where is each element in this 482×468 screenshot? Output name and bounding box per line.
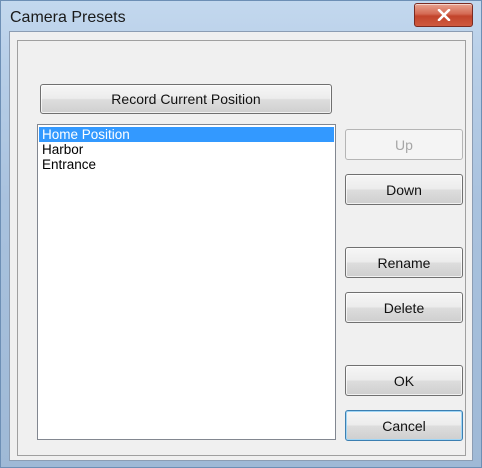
camera-presets-dialog: Camera Presets Record Current Position H… [0, 0, 482, 468]
ok-button[interactable]: OK [345, 365, 463, 396]
delete-button[interactable]: Delete [345, 292, 463, 323]
title-bar[interactable]: Camera Presets [1, 1, 481, 31]
close-icon [437, 9, 451, 21]
record-current-position-button[interactable]: Record Current Position [40, 84, 332, 114]
rename-button[interactable]: Rename [345, 247, 463, 278]
up-button[interactable]: Up [345, 129, 463, 160]
preset-list[interactable]: Home Position Harbor Entrance [37, 124, 336, 440]
dialog-body: Record Current Position Home Position Ha… [9, 31, 473, 461]
list-item[interactable]: Harbor [39, 142, 334, 157]
window-title: Camera Presets [10, 9, 126, 26]
list-item[interactable]: Entrance [39, 157, 334, 172]
cancel-button[interactable]: Cancel [345, 410, 463, 441]
down-button[interactable]: Down [345, 174, 463, 205]
list-item[interactable]: Home Position [39, 127, 334, 142]
close-button[interactable] [414, 3, 473, 27]
